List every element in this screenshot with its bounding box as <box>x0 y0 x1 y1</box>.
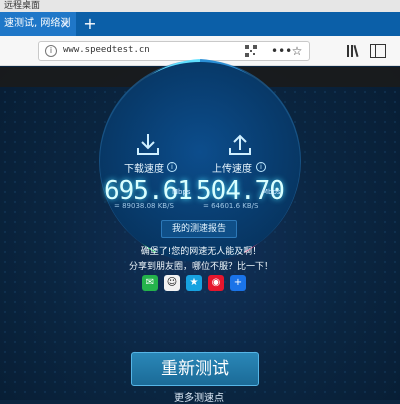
download-info-icon[interactable]: i <box>167 162 177 172</box>
tab-bar: 速测试, 网络测 × + <box>0 12 400 36</box>
upload-label: 上传速度 <box>212 164 252 175</box>
download-icon <box>137 134 159 155</box>
qzone-icon[interactable]: ★ <box>186 275 202 291</box>
weibo-icon[interactable]: ◉ <box>208 275 224 291</box>
retest-button[interactable]: 重新测试 <box>131 352 259 386</box>
share-prompt: 分享到朋友圈，哪位不服？比一下！ <box>128 262 273 272</box>
info-icon[interactable]: i <box>45 45 57 57</box>
upload-icon <box>229 134 251 155</box>
more-servers-link[interactable]: 更多测速点 <box>164 389 234 404</box>
report-button[interactable]: 我的测速报告 <box>161 220 237 238</box>
new-tab-icon[interactable]: + <box>80 12 100 36</box>
browser-tab[interactable]: 速测试, 网络测 × <box>0 12 76 36</box>
wechat-icon[interactable]: ✉ <box>142 275 158 291</box>
download-detail: = 89038.08 KB/S <box>114 202 174 210</box>
share-message: 确堡了!您的网速无人能及啊！ <box>140 247 262 257</box>
library-icon[interactable] <box>346 44 362 58</box>
upload-info-icon[interactable]: i <box>256 162 266 172</box>
download-unit: Mbps <box>172 188 191 196</box>
upload-unit: Mbps <box>262 188 281 196</box>
window-title: 远程桌面 <box>0 0 400 12</box>
url-text[interactable]: www.speedtest.cn <box>63 45 150 55</box>
upload-detail: = 64601.6 KB/S <box>203 202 259 210</box>
sidebar-icon[interactable] <box>370 44 386 58</box>
download-label: 下载速度 <box>124 164 164 175</box>
tab-close-icon[interactable]: × <box>58 17 72 31</box>
qq-icon[interactable]: ☺ <box>164 275 180 291</box>
plus-share-icon[interactable]: + <box>230 275 246 291</box>
